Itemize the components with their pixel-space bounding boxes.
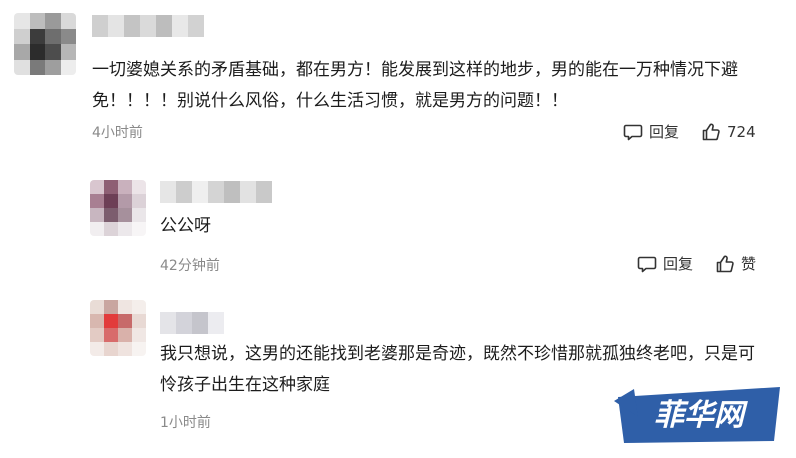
like-label: 赞 <box>741 255 757 273</box>
reply-label: 回复 <box>663 255 694 273</box>
reply-button[interactable]: 回复 <box>637 253 693 274</box>
comment-timestamp: 1小时前 <box>160 415 211 431</box>
comment-actions: 回复 赞 <box>637 253 756 274</box>
like-button[interactable]: 赞 <box>715 253 756 274</box>
reply-button[interactable]: 回复 <box>623 121 679 142</box>
avatar[interactable] <box>90 180 146 236</box>
like-button[interactable]: 724 <box>701 122 756 142</box>
comment-bubble-icon <box>637 256 657 272</box>
thumbs-up-icon <box>702 123 720 140</box>
username-blurred[interactable] <box>92 15 204 37</box>
username-blurred[interactable] <box>160 181 272 203</box>
like-count: 724 <box>727 122 756 141</box>
username-blurred[interactable] <box>160 312 224 334</box>
reply-label: 回复 <box>649 123 680 141</box>
avatar[interactable] <box>14 13 76 75</box>
watermark-text: 菲华网 <box>654 398 748 433</box>
comment-actions: 回复 724 <box>623 121 756 142</box>
comment-timestamp: 42分钟前 <box>160 258 220 274</box>
comment-text: 一切婆媳关系的矛盾基础，都在男方！能发展到这样的地步，男的能在一万种情况下避免！… <box>92 60 738 111</box>
comment-timestamp: 4小时前 <box>92 125 143 141</box>
avatar[interactable] <box>90 300 146 356</box>
comment-text: 公公呀 <box>160 216 211 236</box>
watermark-logo: 菲华网 <box>614 387 780 443</box>
comment-bubble-icon <box>623 124 643 140</box>
thumbs-up-icon <box>716 255 734 272</box>
